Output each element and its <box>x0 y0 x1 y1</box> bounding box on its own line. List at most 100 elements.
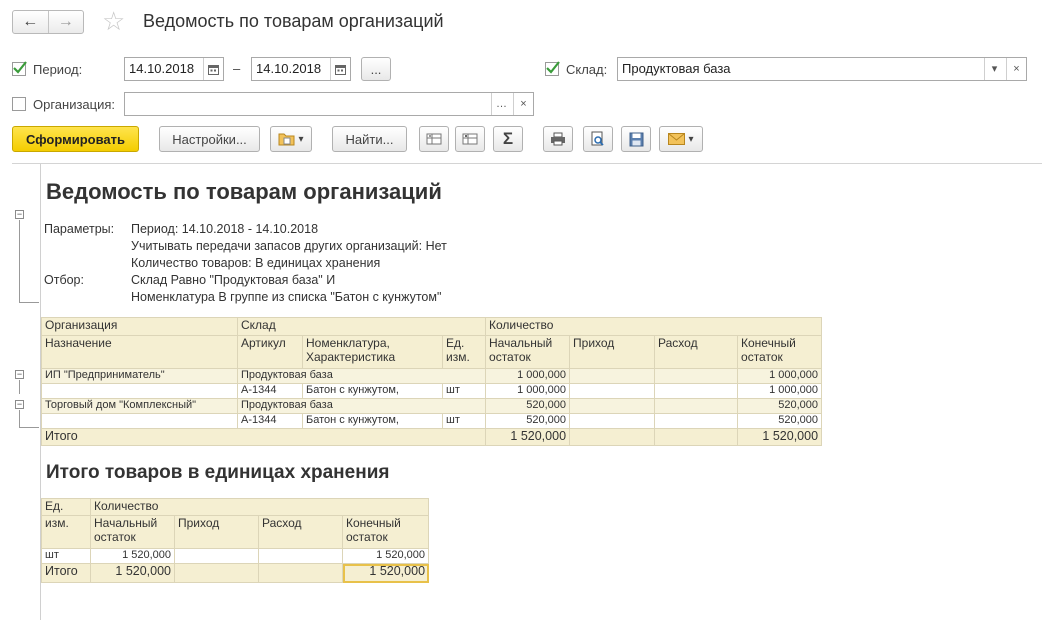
sklad-checkbox[interactable] <box>545 61 560 76</box>
total-expense[interactable] <box>654 428 739 446</box>
col-header-unit-2: изм. <box>446 350 470 364</box>
cell-start[interactable]: 520,000 <box>485 398 571 414</box>
total-end-selected-cell[interactable]: 1 520,000 <box>341 563 430 583</box>
col-header-org: Организация <box>41 317 238 336</box>
expand-groups-button[interactable] <box>455 126 485 152</box>
close-icon: × <box>1013 63 1020 75</box>
date-from-value: 14.10.2018 <box>129 61 195 76</box>
table-row[interactable]: шт 1 520,000 1 520,000 <box>41 548 430 564</box>
filter-line: Склад Равно "Продуктовая база" И <box>131 273 336 287</box>
table-row-detail[interactable]: А-1344 Батон с кунжутом, шт 1 000,000 1 … <box>41 383 823 399</box>
table-total-row[interactable]: Итого 1 520,000 1 520,000 <box>40 428 823 446</box>
cell-expense[interactable] <box>654 413 739 429</box>
cell-purpose[interactable] <box>41 383 238 399</box>
period-checkbox[interactable] <box>12 61 27 76</box>
cell-start[interactable]: 520,000 <box>485 413 571 429</box>
cell-nomen[interactable]: Батон с кунжутом, <box>302 413 443 429</box>
cell-expense[interactable] <box>258 548 343 564</box>
table-row-group[interactable]: ИП "Предприниматель" Продуктовая база 1 … <box>41 368 823 384</box>
cell-end[interactable]: 520,000 <box>737 413 823 429</box>
cell-start[interactable]: 1 000,000 <box>485 383 571 399</box>
cell-article[interactable]: А-1344 <box>237 383 303 399</box>
total-end[interactable]: 1 520,000 <box>737 428 823 446</box>
variants-button[interactable]: ▾ <box>270 126 312 152</box>
col-header-start-1: Начальный <box>489 336 553 351</box>
cell-income[interactable] <box>174 548 259 564</box>
sklad-field[interactable]: Продуктовая база ▾ × <box>617 57 1027 81</box>
forward-button[interactable]: → <box>47 11 84 33</box>
period-select-button[interactable]: ... <box>361 57 391 81</box>
print-button[interactable] <box>543 126 573 152</box>
envelope-icon <box>668 133 686 145</box>
org-clear-button[interactable]: × <box>513 93 533 115</box>
cell-expense[interactable] <box>654 368 739 384</box>
cell-unit[interactable]: шт <box>41 548 91 564</box>
collapse-header-icon[interactable]: − <box>15 210 24 219</box>
total-label[interactable]: Итого <box>40 428 487 446</box>
cell-article[interactable]: А-1344 <box>237 413 303 429</box>
cell-expense[interactable] <box>654 383 739 399</box>
calendar-button[interactable] <box>203 58 223 80</box>
favorite-star-icon[interactable]: ☆ <box>102 6 125 36</box>
cell-org[interactable]: Торговый дом "Комплексный" <box>41 398 238 414</box>
total-label[interactable]: Итого <box>41 563 91 583</box>
sum-button[interactable]: Σ <box>493 126 523 152</box>
cell-end[interactable]: 1 520,000 <box>341 548 430 564</box>
calendar-button-to[interactable] <box>330 58 350 80</box>
col-header-end-2: остаток <box>346 530 388 544</box>
collapse-groups-button[interactable] <box>419 126 449 152</box>
send-email-button[interactable]: ▾ <box>659 126 703 152</box>
table-row-detail[interactable]: А-1344 Батон с кунжутом, шт 520,000 520,… <box>41 413 823 429</box>
find-button[interactable]: Найти... <box>332 126 407 152</box>
group-bracket-line <box>19 220 20 302</box>
col-header-nomen-1: Номенклатура, <box>306 336 390 351</box>
total-income[interactable] <box>569 428 656 446</box>
group-bracket-end <box>19 302 39 303</box>
cell-org[interactable]: ИП "Предприниматель" <box>41 368 238 384</box>
cell-unit[interactable]: шт <box>441 413 487 429</box>
col-header-qty: Количество <box>485 317 823 336</box>
cell-nomen[interactable]: Батон с кунжутом, <box>302 383 443 399</box>
org-checkbox[interactable] <box>12 97 26 111</box>
date-from-field[interactable]: 14.10.2018 <box>124 57 224 81</box>
param-line: Период: 14.10.2018 - 14.10.2018 <box>131 222 319 236</box>
cell-end[interactable]: 1 000,000 <box>737 383 823 399</box>
back-button[interactable]: ← <box>13 11 48 33</box>
filter-label: Отбор: <box>44 273 84 287</box>
cell-income[interactable] <box>569 413 656 429</box>
cell-end[interactable]: 520,000 <box>737 398 823 414</box>
date-to-value: 14.10.2018 <box>256 61 322 76</box>
collapse-row-icon[interactable]: − <box>15 370 24 379</box>
cell-expense[interactable] <box>654 398 739 414</box>
collapse-row-icon[interactable]: − <box>15 400 24 409</box>
cell-start[interactable]: 1 000,000 <box>485 368 571 384</box>
cell-income[interactable] <box>569 368 656 384</box>
cell-unit[interactable]: шт <box>441 383 487 399</box>
calendar-icon <box>208 64 219 75</box>
cell-start[interactable]: 1 520,000 <box>90 548 175 564</box>
settings-button[interactable]: Настройки... <box>159 126 260 152</box>
cell-purpose[interactable] <box>41 413 238 429</box>
generate-button[interactable]: Сформировать <box>12 126 139 152</box>
total-start[interactable]: 1 520,000 <box>90 563 175 583</box>
sklad-dropdown-button[interactable]: ▾ <box>984 58 1004 80</box>
org-select-button[interactable]: … <box>491 93 511 115</box>
sklad-clear-button[interactable]: × <box>1006 58 1026 80</box>
col-header-income: Приход <box>174 515 259 549</box>
date-to-field[interactable]: 14.10.2018 <box>251 57 351 81</box>
cell-sklad[interactable]: Продуктовая база <box>236 368 487 384</box>
total-start[interactable]: 1 520,000 <box>485 428 571 446</box>
filter-line: Номенклатура В группе из списка "Батон с… <box>131 290 442 304</box>
total-income[interactable] <box>174 563 259 583</box>
total-expense[interactable] <box>258 563 343 583</box>
cell-income[interactable] <box>569 398 656 414</box>
table-row-group[interactable]: Торговый дом "Комплексный" Продуктовая б… <box>41 398 823 414</box>
cell-income[interactable] <box>569 383 656 399</box>
close-icon: × <box>520 98 527 110</box>
save-button[interactable] <box>621 126 651 152</box>
org-field[interactable]: … × <box>124 92 534 116</box>
cell-sklad[interactable]: Продуктовая база <box>236 398 487 414</box>
preview-button[interactable] <box>583 126 613 152</box>
table-total-row[interactable]: Итого 1 520,000 1 520,000 <box>41 563 430 583</box>
cell-end[interactable]: 1 000,000 <box>737 368 823 384</box>
